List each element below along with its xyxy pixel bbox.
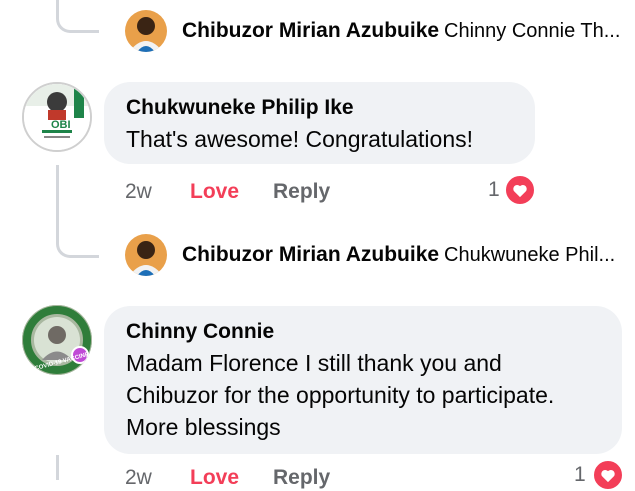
heart-icon[interactable] — [592, 459, 624, 491]
reaction-count[interactable]: 1 — [488, 178, 500, 202]
thread-line-middle — [56, 165, 99, 258]
reply-author-name[interactable]: Chibuzor Mirian Azubuike — [182, 243, 439, 267]
avatar-badge-text: OBI — [51, 119, 71, 131]
avatar-chukwuneke[interactable]: OBI — [22, 82, 92, 152]
comment-text: That's awesome! Congratulations! — [126, 126, 474, 152]
reply-snippet[interactable]: Chukwuneke Phil... — [444, 244, 615, 267]
comment-author-name[interactable]: Chukwuneke Philip Ike — [126, 96, 354, 120]
reply-snippet[interactable]: Chinny Connie Th... — [444, 20, 620, 43]
reply-button[interactable]: Reply — [273, 466, 330, 490]
comment-timestamp[interactable]: 2w — [125, 466, 152, 490]
love-button[interactable]: Love — [190, 180, 239, 204]
heart-icon[interactable] — [504, 174, 536, 206]
love-button[interactable]: Love — [190, 466, 239, 490]
thread-line-top — [56, 0, 99, 33]
avatar-chinny-connie[interactable]: COVID-19 VACCINE — [22, 305, 92, 375]
reply-author-name[interactable]: Chibuzor Mirian Azubuike — [182, 19, 439, 43]
avatar-chibuzor[interactable] — [125, 10, 167, 52]
comment-text: Madam Florence I still thank you and Chi… — [126, 350, 555, 440]
reply-button[interactable]: Reply — [273, 180, 330, 204]
reaction-count[interactable]: 1 — [574, 463, 586, 487]
comment-author-name[interactable]: Chinny Connie — [126, 320, 274, 344]
thread-line-bottom — [56, 455, 59, 480]
avatar-chibuzor[interactable] — [125, 234, 167, 276]
comment-timestamp[interactable]: 2w — [125, 180, 152, 204]
